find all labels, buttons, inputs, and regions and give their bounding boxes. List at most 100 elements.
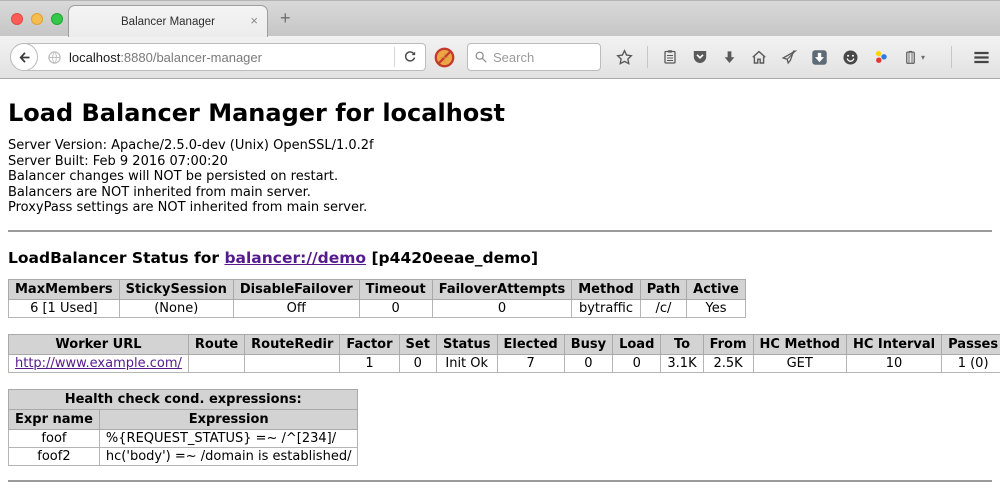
column-header: Worker URL	[9, 334, 189, 354]
table-cell: Off	[233, 299, 359, 317]
column-header: Method	[572, 279, 640, 299]
new-tab-button[interactable]: +	[280, 8, 291, 29]
url-text[interactable]: localhost:8880/balancer-manager	[69, 50, 394, 65]
column-header: FailoverAttempts	[432, 279, 572, 299]
address-bar[interactable]: localhost:8880/balancer-manager	[24, 43, 426, 71]
notice-line: ProxyPass settings are NOT inherited fro…	[8, 200, 992, 216]
page-title: Load Balancer Manager for localhost	[8, 79, 992, 127]
column-header: Elected	[497, 334, 564, 354]
column-header: Load	[613, 334, 661, 354]
table-cell	[188, 354, 244, 372]
column-header: Active	[687, 279, 746, 299]
search-input[interactable]	[493, 50, 593, 65]
table-cell: 1 (0)	[942, 354, 1000, 372]
table-cell	[245, 354, 340, 372]
table-cell: 3.1K	[661, 354, 703, 372]
back-button[interactable]	[10, 43, 38, 71]
worker-status-table: Worker URLRouteRouteRedirFactorSetStatus…	[8, 334, 1000, 373]
table-row: 6 [1 Used](None)Off00bytraffic/c/Yes	[9, 299, 746, 317]
browser-tab[interactable]: Balancer Manager ×	[68, 5, 268, 37]
health-table-title: Health check cond. expressions:	[9, 389, 358, 409]
table-cell: 10	[846, 354, 941, 372]
search-icon	[474, 50, 488, 64]
send-tab-icon[interactable]	[781, 49, 797, 65]
column-header: StickySession	[119, 279, 233, 299]
menu-hamburger-icon[interactable]	[972, 48, 991, 67]
tab-close-icon[interactable]: ×	[250, 14, 258, 28]
column-header: Status	[436, 334, 497, 354]
table-cell: bytraffic	[572, 299, 640, 317]
window-close-button[interactable]	[11, 13, 23, 25]
table-cell: 7	[497, 354, 564, 372]
save-to-drive-icon[interactable]	[811, 49, 828, 66]
color-dots-icon[interactable]	[873, 49, 889, 65]
column-header: Route	[188, 334, 244, 354]
bookmark-star-icon[interactable]	[616, 49, 633, 66]
window-zoom-button[interactable]	[51, 13, 63, 25]
column-header: RouteRedir	[245, 334, 340, 354]
column-header: Timeout	[359, 279, 432, 299]
container-menu-button[interactable]: ▾	[903, 50, 925, 65]
page-content: Load Balancer Manager for localhost Serv…	[0, 79, 1000, 491]
column-header: Path	[640, 279, 686, 299]
container-icon	[903, 50, 918, 65]
window-minimize-button[interactable]	[31, 13, 43, 25]
home-icon[interactable]	[751, 49, 767, 65]
table-row: http://www.example.com/10Init Ok7003.1K2…	[9, 354, 1000, 372]
column-header: HC Method	[753, 334, 846, 354]
table-cell: (None)	[119, 299, 233, 317]
tab-title: Balancer Manager	[121, 16, 215, 28]
table-cell: 0	[432, 299, 572, 317]
reload-button[interactable]	[395, 44, 425, 70]
table-cell: http://www.example.com/	[9, 354, 189, 372]
content-blocked-icon[interactable]	[434, 47, 455, 68]
table-cell: /c/	[640, 299, 686, 317]
table-cell: 0	[613, 354, 661, 372]
search-bar[interactable]	[467, 43, 601, 71]
column-header: DisableFailover	[233, 279, 359, 299]
server-built-line: Server Built: Feb 9 2016 07:00:20	[8, 154, 992, 170]
table-cell: GET	[753, 354, 846, 372]
column-header: Expression	[99, 409, 358, 429]
column-header: Passes	[942, 334, 1000, 354]
chat-smiley-icon[interactable]	[842, 49, 859, 66]
balancer-link[interactable]: balancer://demo	[224, 249, 366, 267]
back-arrow-icon	[17, 50, 32, 65]
table-cell: 2.5K	[703, 354, 753, 372]
table-cell: foof	[9, 429, 100, 447]
globe-icon	[47, 50, 62, 65]
column-header: Set	[399, 334, 436, 354]
downloads-icon[interactable]	[722, 50, 737, 65]
column-header: Factor	[340, 334, 399, 354]
url-domain: localhost	[69, 50, 120, 65]
notice-line: Balancer changes will NOT be persisted o…	[8, 169, 992, 185]
health-check-table: Health check cond. expressions: Expr nam…	[8, 389, 358, 466]
divider	[8, 230, 992, 232]
toolbar-icons: ▾	[616, 46, 1000, 68]
column-header: HC Interval	[846, 334, 941, 354]
reading-list-icon[interactable]	[662, 49, 678, 65]
reload-icon	[403, 50, 417, 64]
status-heading-prefix: LoadBalancer Status for	[8, 249, 224, 267]
worker-url-link[interactable]: http://www.example.com/	[15, 356, 182, 371]
divider	[8, 480, 992, 482]
table-cell: foof2	[9, 447, 100, 465]
table-cell: 0	[399, 354, 436, 372]
table-cell: 6 [1 Used]	[9, 299, 120, 317]
notice-line: Balancers are NOT inherited from main se…	[8, 185, 992, 201]
browser-titlebar: Balancer Manager × +	[0, 0, 1000, 36]
url-path: :8880/balancer-manager	[120, 50, 262, 65]
chevron-down-icon: ▾	[921, 53, 925, 62]
server-version-line: Server Version: Apache/2.5.0-dev (Unix) …	[8, 138, 992, 154]
table-row: foof%{REQUEST_STATUS} =~ /^[234]/	[9, 429, 358, 447]
table-row: foof2hc('body') =~ /domain is establishe…	[9, 447, 358, 465]
column-header: From	[703, 334, 753, 354]
status-heading-suffix: [p4420eeae_demo]	[366, 249, 538, 267]
balancer-settings-table: MaxMembersStickySessionDisableFailoverTi…	[8, 279, 746, 318]
table-cell: hc('body') =~ /domain is established/	[99, 447, 358, 465]
table-cell: %{REQUEST_STATUS} =~ /^[234]/	[99, 429, 358, 447]
table-cell: 1	[340, 354, 399, 372]
table-cell: 0	[359, 299, 432, 317]
pocket-icon[interactable]	[692, 49, 708, 65]
browser-toolbar: localhost:8880/balancer-manager	[0, 36, 1000, 79]
